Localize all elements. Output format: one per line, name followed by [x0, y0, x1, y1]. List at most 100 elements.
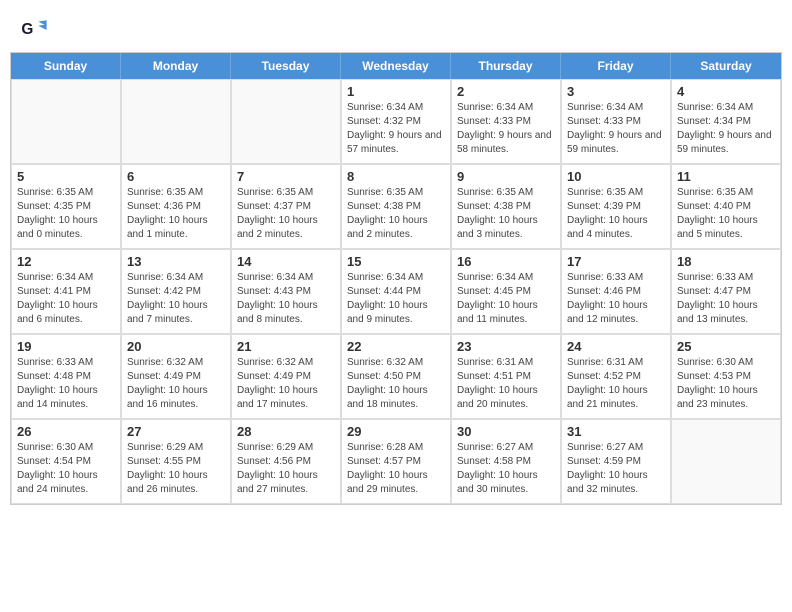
weekday-header: Wednesday	[341, 53, 451, 79]
day-number: 26	[17, 424, 115, 439]
day-info: Sunrise: 6:34 AM Sunset: 4:43 PM Dayligh…	[237, 271, 335, 327]
day-number: 22	[347, 339, 445, 354]
day-info: Sunrise: 6:32 AM Sunset: 4:49 PM Dayligh…	[127, 356, 225, 412]
calendar-cell	[11, 79, 121, 164]
day-info: Sunrise: 6:35 AM Sunset: 4:38 PM Dayligh…	[347, 186, 445, 242]
weekday-header: Tuesday	[231, 53, 341, 79]
calendar-cell: 21 Sunrise: 6:32 AM Sunset: 4:49 PM Dayli…	[231, 334, 341, 419]
calendar-cell: 4 Sunrise: 6:34 AM Sunset: 4:34 PM Daylig…	[671, 79, 781, 164]
day-number: 15	[347, 254, 445, 269]
page-header: G	[0, 0, 792, 52]
calendar-grid: 1Sunrise: 6:34 AM Sunset: 4:32 PM Daylig…	[11, 79, 781, 504]
calendar-cell: 18 Sunrise: 6:33 AM Sunset: 4:47 PM Dayli…	[671, 249, 781, 334]
calendar-cell: 22 Sunrise: 6:32 AM Sunset: 4:50 PM Dayli…	[341, 334, 451, 419]
day-number: 10	[567, 169, 665, 184]
day-info: Sunrise: 6:35 AM Sunset: 4:35 PM Dayligh…	[17, 186, 115, 242]
calendar: SundayMondayTuesdayWednesdayThursdayFrid…	[10, 52, 782, 505]
logo: G	[20, 16, 52, 44]
day-info: Sunrise: 6:29 AM Sunset: 4:55 PM Dayligh…	[127, 441, 225, 497]
day-number: 25	[677, 339, 775, 354]
day-number: 9	[457, 169, 555, 184]
day-info: Sunrise: 6:32 AM Sunset: 4:50 PM Dayligh…	[347, 356, 445, 412]
calendar-cell: 2Sunrise: 6:34 AM Sunset: 4:33 PM Daylig…	[451, 79, 561, 164]
day-info: Sunrise: 6:35 AM Sunset: 4:39 PM Dayligh…	[567, 186, 665, 242]
calendar-cell: 11Sunrise: 6:35 AM Sunset: 4:40 PM Dayli…	[671, 164, 781, 249]
calendar-cell: 26 Sunrise: 6:30 AM Sunset: 4:54 PM Dayli…	[11, 419, 121, 504]
day-number: 6	[127, 169, 225, 184]
day-number: 3	[567, 84, 665, 99]
calendar-cell: 3 Sunrise: 6:34 AM Sunset: 4:33 PM Daylig…	[561, 79, 671, 164]
day-info: Sunrise: 6:34 AM Sunset: 4:33 PM Dayligh…	[457, 101, 555, 157]
day-info: Sunrise: 6:31 AM Sunset: 4:52 PM Dayligh…	[567, 356, 665, 412]
day-number: 14	[237, 254, 335, 269]
calendar-cell: 8 Sunrise: 6:35 AM Sunset: 4:38 PM Daylig…	[341, 164, 451, 249]
day-info: Sunrise: 6:27 AM Sunset: 4:59 PM Dayligh…	[567, 441, 665, 497]
calendar-cell: 28 Sunrise: 6:29 AM Sunset: 4:56 PM Dayli…	[231, 419, 341, 504]
weekday-header: Friday	[561, 53, 671, 79]
day-info: Sunrise: 6:34 AM Sunset: 4:42 PM Dayligh…	[127, 271, 225, 327]
weekday-header: Saturday	[671, 53, 781, 79]
day-number: 8	[347, 169, 445, 184]
logo-icon: G	[20, 16, 48, 44]
calendar-cell: 23 Sunrise: 6:31 AM Sunset: 4:51 PM Dayli…	[451, 334, 561, 419]
day-number: 5	[17, 169, 115, 184]
calendar-cell	[671, 419, 781, 504]
day-number: 12	[17, 254, 115, 269]
day-info: Sunrise: 6:34 AM Sunset: 4:45 PM Dayligh…	[457, 271, 555, 327]
day-number: 16	[457, 254, 555, 269]
day-info: Sunrise: 6:33 AM Sunset: 4:48 PM Dayligh…	[17, 356, 115, 412]
day-info: Sunrise: 6:27 AM Sunset: 4:58 PM Dayligh…	[457, 441, 555, 497]
calendar-cell: 29Sunrise: 6:28 AM Sunset: 4:57 PM Dayli…	[341, 419, 451, 504]
day-info: Sunrise: 6:30 AM Sunset: 4:53 PM Dayligh…	[677, 356, 775, 412]
day-number: 23	[457, 339, 555, 354]
calendar-header: SundayMondayTuesdayWednesdayThursdayFrid…	[11, 53, 781, 79]
day-number: 17	[567, 254, 665, 269]
day-info: Sunrise: 6:33 AM Sunset: 4:46 PM Dayligh…	[567, 271, 665, 327]
day-number: 4	[677, 84, 775, 99]
calendar-cell: 9 Sunrise: 6:35 AM Sunset: 4:38 PM Daylig…	[451, 164, 561, 249]
calendar-cell: 7 Sunrise: 6:35 AM Sunset: 4:37 PM Daylig…	[231, 164, 341, 249]
day-number: 18	[677, 254, 775, 269]
day-info: Sunrise: 6:35 AM Sunset: 4:37 PM Dayligh…	[237, 186, 335, 242]
day-number: 21	[237, 339, 335, 354]
day-info: Sunrise: 6:35 AM Sunset: 4:38 PM Dayligh…	[457, 186, 555, 242]
day-number: 30	[457, 424, 555, 439]
calendar-cell: 1Sunrise: 6:34 AM Sunset: 4:32 PM Daylig…	[341, 79, 451, 164]
day-number: 28	[237, 424, 335, 439]
day-info: Sunrise: 6:34 AM Sunset: 4:44 PM Dayligh…	[347, 271, 445, 327]
calendar-cell: 24 Sunrise: 6:31 AM Sunset: 4:52 PM Dayli…	[561, 334, 671, 419]
calendar-cell: 15 Sunrise: 6:34 AM Sunset: 4:44 PM Dayli…	[341, 249, 451, 334]
day-info: Sunrise: 6:30 AM Sunset: 4:54 PM Dayligh…	[17, 441, 115, 497]
day-info: Sunrise: 6:33 AM Sunset: 4:47 PM Dayligh…	[677, 271, 775, 327]
calendar-cell: 17 Sunrise: 6:33 AM Sunset: 4:46 PM Dayli…	[561, 249, 671, 334]
weekday-header: Sunday	[11, 53, 121, 79]
day-info: Sunrise: 6:31 AM Sunset: 4:51 PM Dayligh…	[457, 356, 555, 412]
calendar-cell: 13 Sunrise: 6:34 AM Sunset: 4:42 PM Dayli…	[121, 249, 231, 334]
calendar-cell: 12 Sunrise: 6:34 AM Sunset: 4:41 PM Dayli…	[11, 249, 121, 334]
day-info: Sunrise: 6:34 AM Sunset: 4:41 PM Dayligh…	[17, 271, 115, 327]
calendar-cell: 25 Sunrise: 6:30 AM Sunset: 4:53 PM Dayli…	[671, 334, 781, 419]
day-info: Sunrise: 6:34 AM Sunset: 4:33 PM Dayligh…	[567, 101, 665, 157]
calendar-cell: 6 Sunrise: 6:35 AM Sunset: 4:36 PM Daylig…	[121, 164, 231, 249]
calendar-cell: 14 Sunrise: 6:34 AM Sunset: 4:43 PM Dayli…	[231, 249, 341, 334]
day-number: 27	[127, 424, 225, 439]
calendar-cell: 20Sunrise: 6:32 AM Sunset: 4:49 PM Dayli…	[121, 334, 231, 419]
day-info: Sunrise: 6:34 AM Sunset: 4:34 PM Dayligh…	[677, 101, 775, 157]
weekday-header: Monday	[121, 53, 231, 79]
day-number: 13	[127, 254, 225, 269]
svg-text:G: G	[21, 21, 33, 38]
day-info: Sunrise: 6:29 AM Sunset: 4:56 PM Dayligh…	[237, 441, 335, 497]
day-number: 24	[567, 339, 665, 354]
day-info: Sunrise: 6:32 AM Sunset: 4:49 PM Dayligh…	[237, 356, 335, 412]
calendar-cell: 31 Sunrise: 6:27 AM Sunset: 4:59 PM Dayli…	[561, 419, 671, 504]
calendar-cell: 5 Sunrise: 6:35 AM Sunset: 4:35 PM Daylig…	[11, 164, 121, 249]
day-number: 7	[237, 169, 335, 184]
day-info: Sunrise: 6:35 AM Sunset: 4:36 PM Dayligh…	[127, 186, 225, 242]
calendar-cell	[121, 79, 231, 164]
day-number: 1	[347, 84, 445, 99]
weekday-header: Thursday	[451, 53, 561, 79]
calendar-cell: 30 Sunrise: 6:27 AM Sunset: 4:58 PM Dayli…	[451, 419, 561, 504]
calendar-cell	[231, 79, 341, 164]
calendar-cell: 16 Sunrise: 6:34 AM Sunset: 4:45 PM Dayli…	[451, 249, 561, 334]
day-number: 31	[567, 424, 665, 439]
